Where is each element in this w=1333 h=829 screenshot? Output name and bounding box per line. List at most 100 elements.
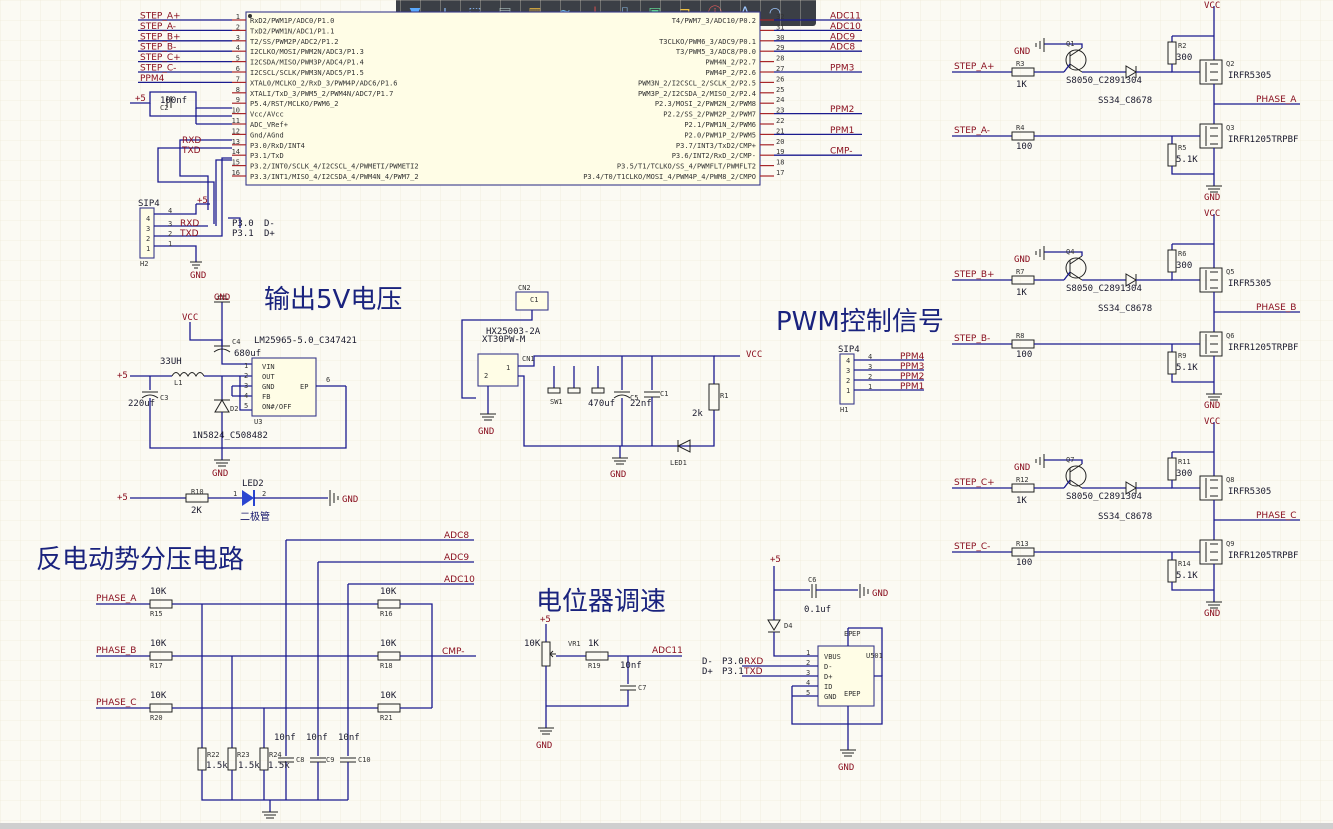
usb-plus5: +5 <box>770 555 781 565</box>
mcu-net-label: ADC9 <box>830 32 855 42</box>
r15-ref: R15 <box>150 610 163 618</box>
bemf-adc10: ADC10 <box>444 575 475 585</box>
npn-gnd-label: GND <box>1014 255 1030 265</box>
u3-pin-name: EP <box>300 383 308 391</box>
d2-ref: D2 <box>230 405 238 413</box>
bridge-phase-label: PHASE_B <box>1256 303 1296 313</box>
dminus-label: D- <box>264 219 275 229</box>
mcu-net-label: STEP_C- <box>140 64 176 74</box>
bridge-phase-label: PHASE_C <box>1256 511 1297 521</box>
pulldown-ref: R9 <box>1178 352 1186 360</box>
mcu-pin-number: 2 <box>236 23 240 31</box>
c8-ref: C8 <box>296 756 304 764</box>
nmos-part: IRFR1205TRPBF <box>1228 551 1298 561</box>
mcu-net-label: STEP_B- <box>140 43 176 53</box>
c1-ref-top: C1 <box>530 296 538 304</box>
schematic-canvas[interactable]: 1 RxD2/PWM1P/ADC0/P1.0 STEP_A+ 2 TxD2/PWM1N/… <box>0 0 1333 829</box>
h1-wire-number: 3 <box>868 363 872 371</box>
usb-pin-number: 3 <box>806 669 810 677</box>
input-gnd: GND <box>478 427 494 437</box>
mcu-pin-name: P3.4/T0/T1CLKO/MOSI_4/PWM4P_4/PWM8_2/CMP… <box>583 173 756 181</box>
mcu-pin-name: ADC_VRef+ <box>250 121 288 129</box>
led2-ref: LED2 <box>242 479 264 489</box>
bridge-vcc: VCC <box>1204 1 1220 11</box>
pulldown-ref: R5 <box>1178 144 1186 152</box>
cn1-ref: CN1 <box>522 355 535 363</box>
usb-dplus: D+ <box>702 667 713 677</box>
mcu-pin-number: 25 <box>776 86 784 94</box>
h2-gnd: GND <box>190 271 206 281</box>
r22-value: 1.5k <box>206 761 228 771</box>
npn-ref: Q1 <box>1066 40 1074 48</box>
usb-rxd: RXD <box>744 657 763 667</box>
usb-pin-number: 4 <box>806 679 810 687</box>
plus5-label-mcu: +5 <box>135 94 146 104</box>
c7-ref: C7 <box>638 684 646 692</box>
pullup-ref: R11 <box>1178 458 1191 466</box>
mcu-pin-name: P3.0/RxD/INT4 <box>250 142 305 150</box>
h2-pin4: 4 <box>146 215 150 223</box>
h1-pin-number: 2 <box>846 377 850 385</box>
reg-plus5: +5 <box>117 371 128 381</box>
mcu-net-label: ADC10 <box>830 22 861 32</box>
usb-ep-pin: EP <box>852 690 860 698</box>
mcu-pin-number: 7 <box>236 75 240 83</box>
c6-value: 0.1uf <box>804 605 831 615</box>
mcu-pin-name: I2CSDA/MISO/PWM3P/ADC4/P1.4 <box>250 59 364 67</box>
pmos-ref: Q5 <box>1226 268 1234 276</box>
c10-ref: C10 <box>358 756 371 764</box>
mcu-pin-number: 15 <box>232 159 240 167</box>
r20-ref: R20 <box>150 714 163 722</box>
bridge-phase-label: PHASE_A <box>1256 95 1297 105</box>
mcu-pin-number: 16 <box>232 169 240 177</box>
u3-pin-name: ON#/OFF <box>262 403 292 411</box>
mcu-pin-number: 20 <box>776 138 784 146</box>
usb-dminus: D- <box>702 657 713 667</box>
diode-part: SS34_C8678 <box>1098 96 1152 106</box>
h2-wire-3: 3 <box>168 220 172 228</box>
base-resistor-value: 1K <box>1016 80 1027 90</box>
h2-rxd: RXD <box>180 219 199 229</box>
nmos-part: IRFR1205TRPBF <box>1228 343 1298 353</box>
r17-value: 10K <box>150 639 167 649</box>
mcu-net-label: ADC8 <box>830 43 855 53</box>
h1-pin-number: 1 <box>846 387 850 395</box>
mcu-net-label: STEP_A+ <box>140 12 181 22</box>
mcu-net-label: PPM2 <box>830 105 854 115</box>
usb-pin-name: VBUS <box>824 653 841 661</box>
u3-pin-number: 5 <box>244 402 248 410</box>
usb-gnd-top: GND <box>872 589 888 599</box>
c4-value: 680uf <box>234 349 261 359</box>
mcu-pin-number: 13 <box>232 138 240 146</box>
r19-value: 1K <box>588 639 599 649</box>
diode-part: SS34_C8678 <box>1098 512 1152 522</box>
c6-ref: C6 <box>808 576 816 584</box>
pulldown-value: 5.1K <box>1176 155 1198 165</box>
vr1-value: 10K <box>524 639 541 649</box>
mcu-net-label: STEP_A- <box>140 22 176 32</box>
sw-gnd: GND <box>610 470 626 480</box>
pullup-value: 300 <box>1176 53 1192 63</box>
phase-a-in: PHASE_A <box>96 594 137 604</box>
usb-pin-number: 2 <box>806 659 810 667</box>
bridge-gnd: GND <box>1204 401 1220 411</box>
mcu-u1[interactable]: 1 RxD2/PWM1P/ADC0/P1.0 STEP_A+ 2 TxD2/PWM1N/… <box>138 11 862 186</box>
nmos-ref: Q6 <box>1226 332 1234 340</box>
h2-wire-1: 1 <box>168 240 172 248</box>
mcu-pin-name: I2CLKO/MOSI/PWM2N/ADC3/P1.3 <box>250 48 364 56</box>
usb-pin-name: D- <box>824 663 832 671</box>
input-vcc: VCC <box>746 350 762 360</box>
mcu-pin-name: T2/SS/PWM2P/ADC2/P1.2 <box>250 38 339 46</box>
mcu-pin-name: Gnd/AGnd <box>250 131 284 139</box>
step-plus-label: STEP_A+ <box>954 62 995 72</box>
pmos-part: IRFR5305 <box>1228 487 1271 497</box>
led2-plus5: +5 <box>117 493 128 503</box>
usb-pin-number: 5 <box>806 689 810 697</box>
gate-resistor-value: 100 <box>1016 142 1032 152</box>
h1-wire-number: 1 <box>868 383 872 391</box>
mcu-pin-number: 18 <box>776 159 784 167</box>
c1-ref: C1 <box>660 390 668 398</box>
reg-vcc: VCC <box>182 313 198 323</box>
r22-ref: R22 <box>207 751 220 759</box>
mcu-net-label: PPM1 <box>830 126 854 136</box>
